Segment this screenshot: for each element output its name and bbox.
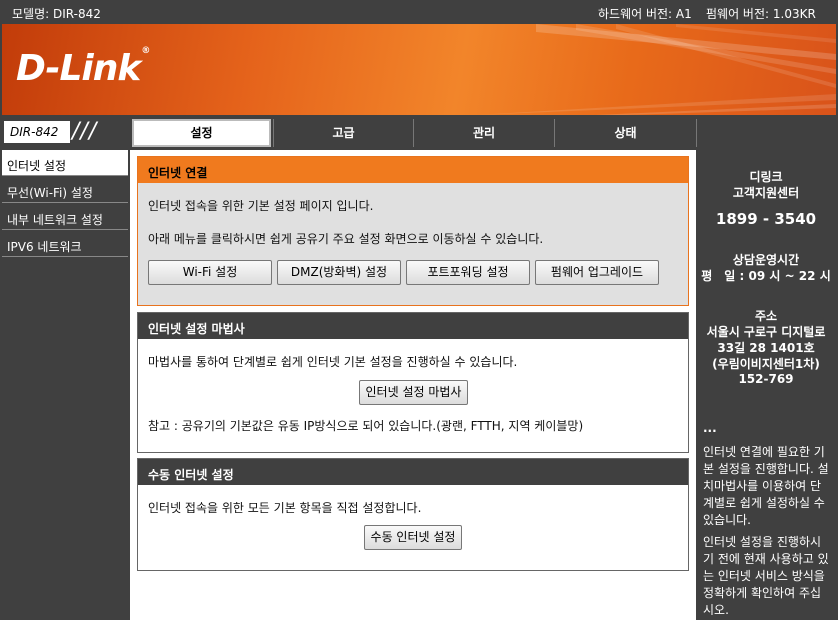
model-badge-label: DIR-842 — [4, 121, 70, 143]
banner-stripes — [476, 24, 836, 115]
manual-setup-section: 수동 인터넷 설정 인터넷 접속을 위한 모든 기본 항목을 직접 설정합니다.… — [137, 458, 689, 571]
section-description-2: 아래 메뉴를 클릭하시면 쉽게 공유기 주요 설정 화면으로 이동하실 수 있습… — [148, 232, 544, 246]
section-description: 인터넷 접속을 위한 모든 기본 항목을 직접 설정합니다. — [148, 501, 422, 515]
setup-wizard-button[interactable]: 인터넷 설정 마법사 — [359, 380, 468, 405]
slashes-decoration: /// — [72, 119, 98, 144]
address-line-3: (우림이비지센터1차) — [712, 357, 820, 371]
port-forwarding-button[interactable]: 포트포워딩 설정 — [406, 260, 530, 285]
address-zip: 152-769 — [738, 372, 794, 386]
sidebar-item-lan[interactable]: 내부 네트워크 설정 — [2, 204, 128, 230]
hours-value: 평 일 : 09 시 ~ 22 시 — [701, 269, 831, 283]
tab-setup[interactable]: 설정 — [132, 119, 271, 147]
model-badge: DIR-842 /// — [2, 118, 130, 148]
firmware-upgrade-button[interactable]: 펌웨어 업그레이드 — [535, 260, 659, 285]
sidebar: 인터넷 설정 무선(Wi-Fi) 설정 내부 네트워크 설정 IPV6 네트워크 — [2, 150, 128, 620]
section-title: 인터넷 설정 마법사 — [138, 313, 688, 339]
setup-wizard-section: 인터넷 설정 마법사 마법사를 통하여 단계별로 쉽게 인터넷 기본 설정을 진… — [137, 312, 689, 453]
wifi-settings-button[interactable]: Wi-Fi 설정 — [148, 260, 272, 285]
sidebar-item-internet[interactable]: 인터넷 설정 — [2, 150, 128, 176]
hours-title: 상담운영시간 — [732, 253, 800, 267]
dlink-logo: D-Link® — [16, 46, 150, 89]
sidebar-item-wireless[interactable]: 무선(Wi-Fi) 설정 — [2, 177, 128, 203]
support-panel: 디링크 고객지원센터 1899 - 3540 상담운영시간 평 일 : 09 시… — [696, 150, 836, 620]
support-center: 고객지원센터 — [732, 186, 800, 200]
manual-setup-button[interactable]: 수동 인터넷 설정 — [364, 525, 462, 550]
company-name: 디링크 — [749, 170, 783, 184]
help-ellipsis: ... — [703, 421, 717, 435]
help-text-2: 인터넷 설정을 진행하시기 전에 현재 사용하고 있는 인터넷 서비스 방식을 … — [703, 535, 829, 617]
internet-connection-section: 인터넷 연결 인터넷 접속을 위한 기본 설정 페이지 입니다. 아래 메뉴를 … — [137, 156, 689, 306]
dmz-settings-button[interactable]: DMZ(방화벽) 설정 — [277, 260, 401, 285]
main-content: 인터넷 연결 인터넷 접속을 위한 기본 설정 페이지 입니다. 아래 메뉴를 … — [130, 150, 696, 620]
address-line-2: 33길 28 1401호 — [717, 341, 815, 355]
device-info-bar: 모델명: DIR-842 하드웨어 버전: A1 펌웨어 버전: 1.03KR — [0, 0, 838, 24]
section-title: 수동 인터넷 설정 — [138, 459, 688, 485]
section-description: 마법사를 통하여 단계별로 쉽게 인터넷 기본 설정을 진행하실 수 있습니다. — [148, 355, 518, 369]
sidebar-item-ipv6[interactable]: IPV6 네트워크 — [2, 231, 128, 257]
help-text-1: 인터넷 연결에 필요한 기본 설정을 진행합니다. 설치마법사를 이용하여 단계… — [703, 445, 829, 527]
section-description: 인터넷 접속을 위한 기본 설정 페이지 입니다. — [148, 199, 374, 213]
top-navigation: DIR-842 /// 설정 고급 관리 상태 — [2, 118, 836, 148]
support-phone: 1899 - 3540 — [715, 210, 817, 228]
model-name: 모델명: DIR-842 — [12, 7, 101, 21]
address-title: 주소 — [754, 309, 778, 323]
tab-advanced[interactable]: 고급 — [273, 119, 413, 147]
tab-empty — [696, 119, 836, 147]
hardware-version: 하드웨어 버전: A1 — [598, 7, 692, 21]
section-title: 인터넷 연결 — [138, 157, 688, 183]
address-line-1: 서울시 구로구 디지털로 — [706, 325, 826, 339]
firmware-version: 펌웨어 버전: 1.03KR — [706, 7, 816, 21]
brand-banner: D-Link® — [2, 24, 836, 115]
tab-status[interactable]: 상태 — [554, 119, 696, 147]
section-note: 참고 : 공유기의 기본값은 유동 IP방식으로 되어 있습니다.(광랜, FT… — [148, 419, 584, 433]
tab-management[interactable]: 관리 — [413, 119, 554, 147]
